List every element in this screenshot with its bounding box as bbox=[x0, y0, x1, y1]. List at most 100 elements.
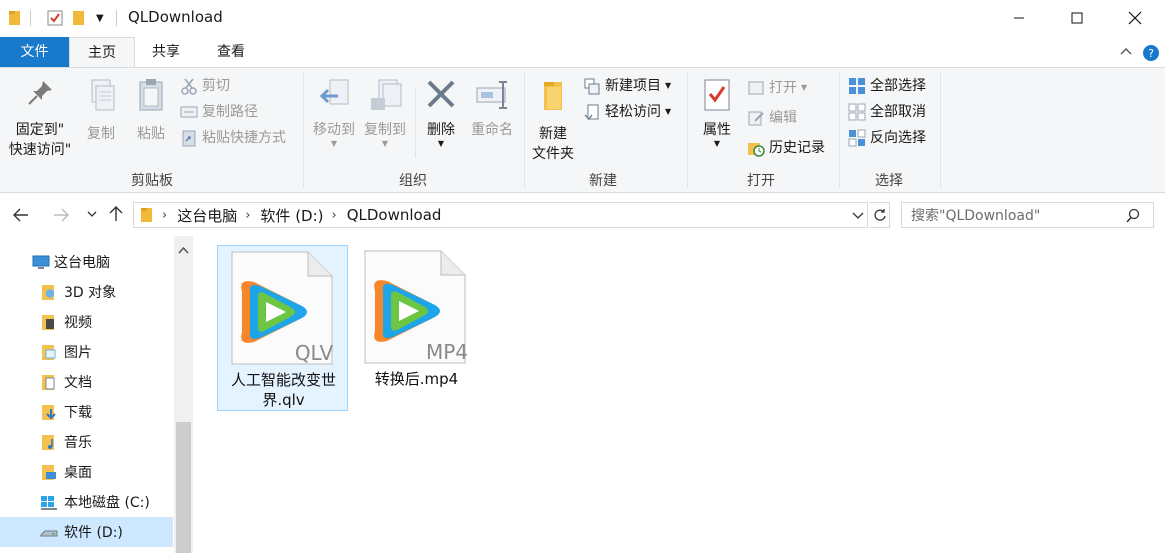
separator bbox=[940, 72, 941, 188]
file-name: 转换后.mp4 bbox=[374, 370, 459, 388]
file-item[interactable]: MP4 转换后.mp4 bbox=[351, 245, 482, 411]
forward-button[interactable] bbox=[52, 206, 70, 228]
arrow-right-icon bbox=[54, 208, 69, 222]
select-all-button[interactable]: 全部选择 bbox=[848, 74, 926, 98]
rename-button[interactable]: 重命名 bbox=[466, 78, 518, 140]
chevron-down-icon: ▼ bbox=[713, 139, 721, 148]
back-button[interactable] bbox=[12, 206, 30, 228]
breadcrumb-qldownload[interactable]: QLDownload bbox=[347, 206, 442, 224]
refresh-icon bbox=[873, 209, 886, 221]
paste-shortcut-icon bbox=[182, 130, 196, 147]
rename-icon bbox=[476, 81, 507, 109]
tab-view[interactable]: 查看 bbox=[200, 37, 262, 67]
paste-button[interactable]: 粘贴 bbox=[130, 78, 172, 144]
paste-shortcut-button[interactable]: 粘贴快捷方式 bbox=[180, 126, 286, 150]
easy-access-button[interactable]: 轻松访问 ▼ bbox=[583, 100, 671, 124]
nav-item-this-pc[interactable]: 这台电脑 bbox=[0, 247, 173, 277]
nav-item-pictures[interactable]: 图片 bbox=[0, 337, 173, 367]
folder-desktop-icon bbox=[42, 465, 56, 480]
new-folder-button[interactable]: 新建 文件夹 bbox=[528, 78, 578, 164]
nav-item-3d-objects[interactable]: 3D 对象 bbox=[0, 277, 173, 307]
nav-item-music[interactable]: 音乐 bbox=[0, 427, 173, 457]
nav-item-downloads[interactable]: 下载 bbox=[0, 397, 173, 427]
copy-path-button[interactable]: 复制路径 bbox=[180, 100, 258, 124]
tab-home[interactable]: 主页 bbox=[69, 37, 135, 68]
select-all-icon bbox=[849, 78, 865, 94]
chevron-down-icon: ▼ bbox=[665, 81, 672, 90]
customize-quick-access-icon[interactable]: ▼ bbox=[96, 8, 104, 28]
nav-item-drive-c[interactable]: 本地磁盘 (C:) bbox=[0, 487, 173, 517]
folder-pictures-icon bbox=[42, 345, 56, 360]
svg-text:?: ? bbox=[1148, 47, 1154, 60]
scrollbar-thumb[interactable] bbox=[176, 422, 191, 553]
separator bbox=[303, 72, 304, 188]
address-row: › 这台电脑 › 软件 (D:) › QLDownload 搜索"QLDownl… bbox=[0, 194, 1165, 236]
chevron-right-icon: › bbox=[245, 207, 251, 223]
nav-item-desktop[interactable]: 桌面 bbox=[0, 457, 173, 487]
folder-3d-icon bbox=[42, 285, 54, 300]
cut-button[interactable]: 剪切 bbox=[180, 74, 230, 98]
window-title: QLDownload bbox=[128, 8, 223, 26]
copy-to-button[interactable]: 复制到 ▼ bbox=[360, 78, 410, 148]
pin-quick-access-button[interactable]: 固定到" 快速访问" bbox=[4, 78, 76, 160]
nav-item-drive-d[interactable]: 软件 (D:) bbox=[0, 517, 173, 547]
tab-share[interactable]: 共享 bbox=[136, 37, 196, 67]
refresh-button[interactable] bbox=[870, 202, 890, 228]
tab-file[interactable]: 文件 bbox=[0, 37, 69, 67]
folder-icon bbox=[141, 208, 152, 222]
select-group-label: 选择 bbox=[875, 173, 903, 189]
navigation-pane: 这台电脑 3D 对象 视频 图片 文档 下载 音乐 桌面 本地磁盘 (C:) 软… bbox=[0, 236, 194, 553]
maximize-button[interactable] bbox=[1054, 0, 1100, 36]
recent-locations-button[interactable] bbox=[86, 208, 98, 224]
chevron-down-icon bbox=[87, 211, 97, 217]
breadcrumb-drive-d[interactable]: 软件 (D:) bbox=[260, 205, 323, 226]
pin-icon bbox=[28, 81, 52, 105]
clipboard-group-label: 剪贴板 bbox=[131, 173, 173, 189]
folder-video-icon bbox=[42, 315, 54, 330]
copy-path-icon bbox=[180, 106, 198, 118]
address-bar[interactable]: › 这台电脑 › 软件 (D:) › QLDownload bbox=[133, 202, 868, 228]
edit-button[interactable]: 编辑 bbox=[747, 106, 797, 130]
nav-item-videos[interactable]: 视频 bbox=[0, 307, 173, 337]
properties-button[interactable]: 属性 ▼ bbox=[694, 78, 740, 148]
invert-selection-button[interactable]: 反向选择 bbox=[848, 126, 926, 150]
open-button[interactable]: 打开 ▼ bbox=[747, 76, 807, 100]
breadcrumb-this-pc[interactable]: 这台电脑 bbox=[177, 205, 237, 226]
edit-icon bbox=[748, 111, 764, 126]
separator bbox=[30, 8, 31, 28]
new-item-button[interactable]: 新建项目 ▼ bbox=[583, 74, 671, 98]
chevron-down-icon: ▼ bbox=[330, 139, 338, 148]
copy-button[interactable]: 复制 bbox=[80, 78, 122, 144]
select-none-icon bbox=[848, 103, 866, 121]
title-bar: ▼ QLDownload bbox=[0, 0, 1165, 36]
folder-music-icon bbox=[42, 435, 54, 450]
help-icon[interactable]: ? bbox=[1142, 43, 1160, 61]
history-icon bbox=[748, 143, 765, 157]
separator bbox=[524, 72, 525, 188]
scroll-up-icon[interactable] bbox=[178, 242, 189, 258]
nav-scrollbar[interactable] bbox=[174, 236, 193, 553]
delete-button[interactable]: 删除 ▼ bbox=[420, 78, 462, 148]
chevron-right-icon: › bbox=[162, 207, 168, 223]
address-dropdown-button[interactable] bbox=[851, 208, 865, 226]
separator bbox=[116, 8, 117, 28]
minimize-button[interactable] bbox=[996, 0, 1042, 36]
close-button[interactable] bbox=[1112, 0, 1158, 36]
history-button[interactable]: 历史记录 bbox=[747, 136, 825, 160]
delete-x-icon bbox=[427, 80, 455, 108]
file-item[interactable]: QLV 人工智能改变世界.qlv bbox=[217, 245, 348, 411]
nav-item-documents[interactable]: 文档 bbox=[0, 367, 173, 397]
properties-quick-icon[interactable] bbox=[46, 8, 64, 28]
chevron-right-icon: › bbox=[331, 207, 337, 223]
chevron-down-icon: ▼ bbox=[381, 139, 389, 148]
move-to-button[interactable]: 移动到 ▼ bbox=[308, 78, 360, 148]
search-input[interactable]: 搜索"QLDownload" bbox=[901, 202, 1154, 228]
computer-icon bbox=[32, 255, 50, 269]
arrow-left-icon bbox=[13, 208, 28, 222]
collapse-ribbon-icon[interactable] bbox=[1114, 37, 1138, 67]
select-none-button[interactable]: 全部取消 bbox=[848, 100, 926, 124]
up-button[interactable] bbox=[107, 205, 125, 227]
move-to-icon bbox=[319, 79, 349, 105]
tencent-video-file-icon: MP4 bbox=[364, 250, 468, 364]
new-folder-quick-icon[interactable] bbox=[72, 8, 86, 28]
